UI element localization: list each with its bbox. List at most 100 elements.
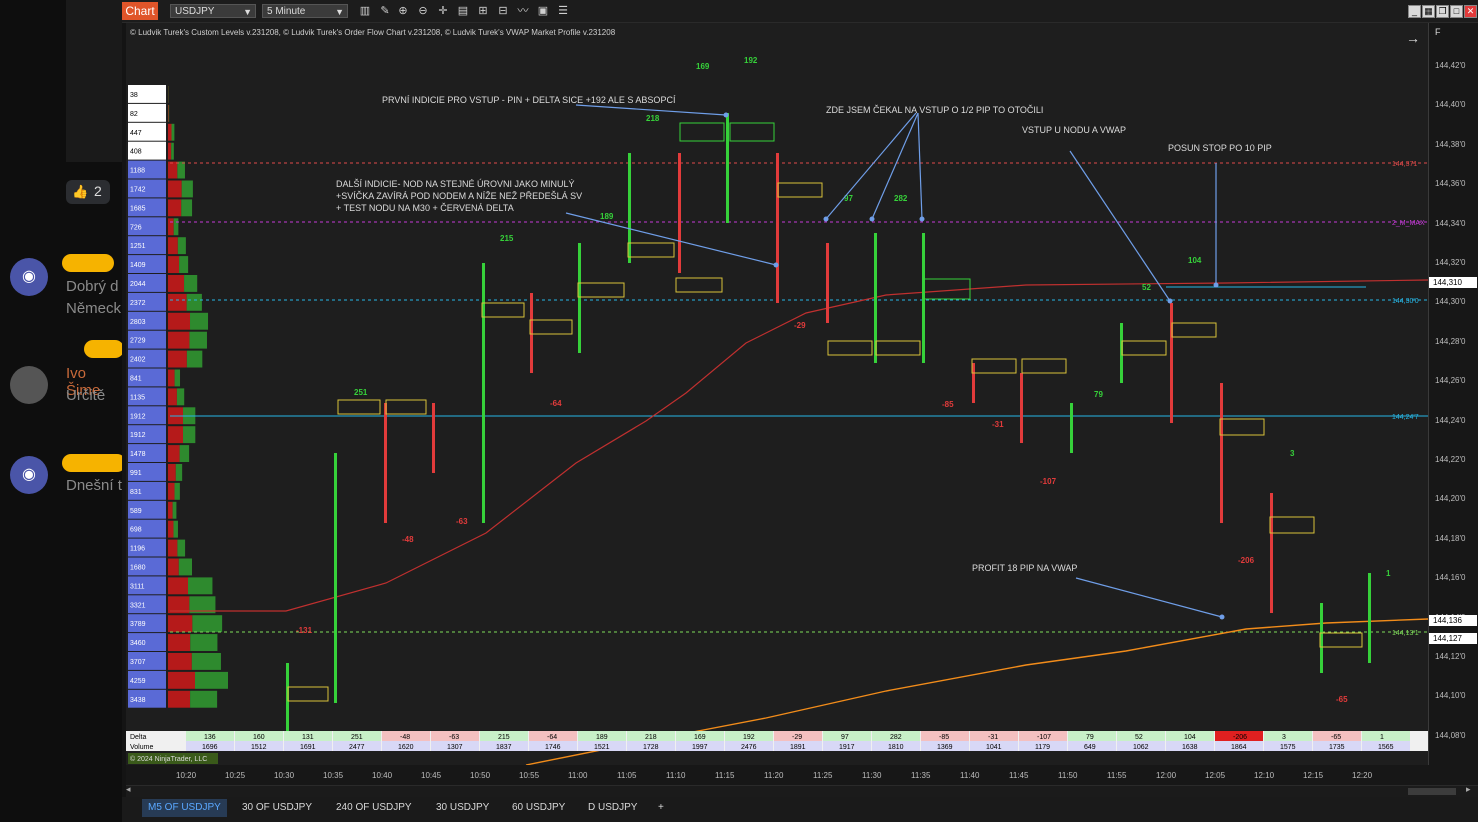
maximize-icon[interactable]: □: [1450, 5, 1463, 18]
price-axis[interactable]: 144,42'0 144,40'0 144,38'0 144,36'0 144,34'0…: [1428, 23, 1478, 765]
profile-bar-sell: [168, 293, 187, 311]
strategies-icon[interactable]: ⊟: [496, 4, 510, 18]
indicators-icon[interactable]: 〰: [516, 4, 530, 18]
zoom-in-icon[interactable]: ⊕: [396, 4, 410, 18]
delta-row-label: Delta: [130, 734, 146, 741]
annotation-arrow-head: [723, 112, 729, 118]
volume-value: 1997: [692, 744, 708, 751]
profile-value: 3111: [130, 583, 145, 590]
chart-tab[interactable]: Chart: [122, 2, 158, 20]
time-tick: 11:40: [960, 771, 980, 780]
annotation-arrow-head: [1213, 282, 1219, 288]
profile-value: 726: [130, 224, 142, 231]
restore-icon[interactable]: ❐: [1436, 5, 1449, 18]
scroll-right-arrow-icon[interactable]: →: [1406, 30, 1420, 46]
close-icon[interactable]: ✕: [1464, 5, 1477, 18]
profile-bar-buy: [186, 350, 203, 368]
chart-tab-item[interactable]: M5 OF USDJPY: [142, 799, 227, 817]
chart-tab-item[interactable]: 30 USDJPY: [430, 799, 495, 817]
chart-tab-item[interactable]: 240 OF USDJPY: [330, 799, 418, 817]
profile-value: 82: [130, 111, 138, 118]
profile-bar-sell: [168, 634, 191, 651]
delta-value: 3: [1282, 734, 1286, 741]
bar-delta-label: -85: [942, 400, 954, 409]
profile-value: 841: [130, 376, 142, 383]
price-tag: 144,136: [1429, 615, 1477, 626]
delta-value: -29: [792, 734, 802, 741]
volume-value: 1864: [1231, 744, 1247, 751]
annotation-arrow-head: [1219, 614, 1225, 620]
tile-icon[interactable]: ▦: [1422, 5, 1435, 18]
bar-delta-label: 104: [1188, 256, 1202, 265]
add-tab-button[interactable]: +: [652, 799, 670, 817]
level-label: 144,13'1: [1392, 630, 1419, 637]
chart-tab-item[interactable]: D USDJPY: [582, 799, 643, 817]
chart-tab-item[interactable]: 60 USDJPY: [506, 799, 571, 817]
footprint-highlight: [577, 282, 625, 298]
volume-value: 1620: [398, 744, 414, 751]
profile-bar-buy: [192, 615, 223, 633]
volume-value: 1891: [790, 744, 806, 751]
scrollbar-thumb[interactable]: [1408, 788, 1456, 795]
footprint-highlight: [1021, 358, 1067, 374]
bar-delta-label: -65: [1336, 695, 1348, 704]
time-tick: 10:50: [470, 771, 491, 780]
time-tick: 11:10: [666, 771, 686, 780]
reaction-badge[interactable]: 👍 2: [66, 180, 110, 204]
bar-delta-label: -64: [550, 399, 562, 408]
time-tick: 10:55: [519, 771, 540, 780]
profile-bar-sell: [168, 520, 174, 538]
bar-delta-label: -206: [1238, 556, 1255, 565]
timeframe-select[interactable]: 5 Minute ▼: [262, 4, 348, 18]
data-box-icon[interactable]: ▣: [536, 4, 550, 18]
profile-bar-sell: [168, 142, 172, 160]
properties-icon[interactable]: ▤: [456, 4, 470, 18]
draw-tool-icon[interactable]: ✎: [378, 4, 392, 18]
minimize-icon[interactable]: _: [1408, 5, 1421, 18]
instrument-select[interactable]: USDJPY ▼: [170, 4, 256, 18]
profile-bar-buy: [171, 142, 174, 160]
time-tick: 10:35: [323, 771, 344, 780]
crosshair-icon[interactable]: ✛: [436, 4, 450, 18]
profile-bar-buy: [174, 369, 181, 387]
redacted-name: [84, 340, 124, 358]
profile-bar-sell: [168, 690, 191, 708]
profile-bar-buy: [177, 539, 186, 557]
footprint-highlight: [777, 182, 823, 198]
zoom-out-icon[interactable]: ⊖: [416, 4, 430, 18]
profile-value: 1478: [130, 451, 146, 458]
profile-bar-buy: [172, 501, 177, 519]
time-axis[interactable]: 10:20 10:25 10:30 10:35 10:40 10:45 10:50 10:55…: [126, 765, 1478, 785]
templates-icon[interactable]: ⊞: [476, 4, 490, 18]
chart-window: Chart USDJPY ▼ 5 Minute ▼ ▥ ✎ ⊕ ⊖ ✛ ▤ ⊞ ⊟ …: [122, 0, 1478, 822]
order-flow-chart: 3882447408118817421685726125114092044237…: [126, 56, 1428, 765]
volume-value: 1041: [986, 744, 1002, 751]
level-label: 144,24'7: [1392, 414, 1419, 421]
price-tick: 144,12'0: [1435, 652, 1466, 661]
volume-value: 1369: [937, 744, 953, 751]
delta-cell: [1362, 731, 1410, 741]
profile-bar-sell: [168, 388, 177, 406]
bar-type-icon[interactable]: ▥: [358, 4, 372, 18]
footprint-highlight: [627, 242, 675, 258]
annotation-text: PRVNÍ INDICIE PRO VSTUP - PIN + DELTA SI…: [382, 95, 676, 105]
profile-bar-buy: [195, 671, 228, 689]
time-tick: 10:45: [421, 771, 442, 780]
scroll-left-icon[interactable]: ◂: [126, 784, 131, 795]
price-tick: 144,22'0: [1435, 455, 1466, 464]
chart-tab-item[interactable]: 30 OF USDJPY: [236, 799, 318, 817]
menu-icon[interactable]: ☰: [556, 4, 570, 18]
scroll-right-icon[interactable]: ▸: [1466, 784, 1471, 795]
footprint-highlight: [481, 302, 525, 318]
time-tick: 12:05: [1205, 771, 1226, 780]
chat-line: Dnešní t: [66, 477, 122, 494]
delta-value: 218: [645, 734, 657, 741]
volume-value: 1691: [300, 744, 316, 751]
profile-bar-sell: [168, 218, 174, 236]
bar-delta-label: 79: [1094, 390, 1103, 399]
chart-plot-area[interactable]: 38 82 447 408 1188 1742 1685 726 1251 1409 2044 237…: [126, 23, 1428, 765]
profile-bar-buy: [187, 577, 213, 595]
bar-delta-label: 282: [894, 194, 908, 203]
bull-candle: [726, 113, 729, 223]
delta-value: 160: [253, 734, 265, 741]
